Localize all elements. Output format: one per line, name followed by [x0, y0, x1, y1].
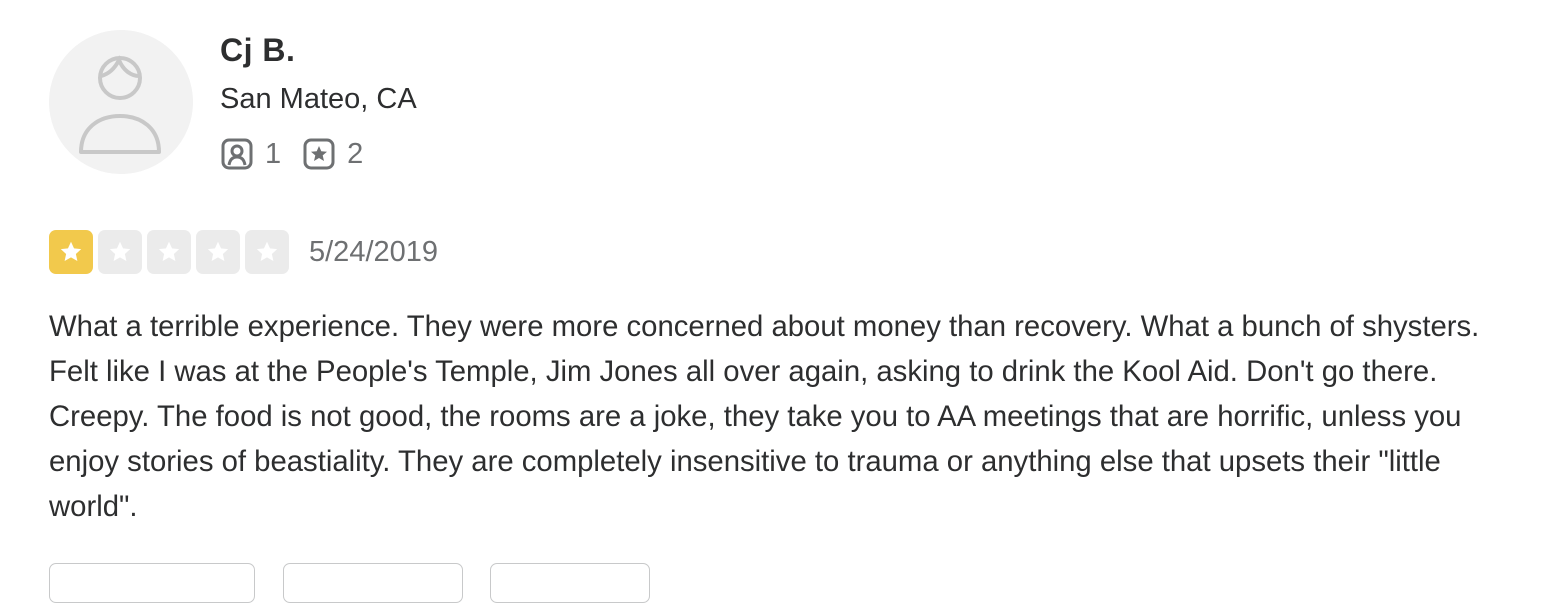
star-filled: [49, 230, 93, 274]
review-text: What a terrible experience. They were mo…: [49, 310, 1480, 523]
review-card: Cj B. San Mateo, CA 1 2 5/24/2019 What a…: [0, 0, 1543, 603]
reviews-count: 2: [347, 138, 364, 170]
friends-stat: 1: [221, 137, 281, 171]
friends-icon: [221, 138, 253, 170]
user-stats: 1 2: [221, 137, 385, 171]
star-empty: [245, 230, 289, 274]
cool-button[interactable]: [490, 563, 650, 603]
useful-button[interactable]: [49, 563, 255, 603]
star-icon: [256, 241, 278, 261]
star-empty: [147, 230, 191, 274]
star-icon: [158, 241, 180, 261]
rating-row: 5/24/2019: [49, 230, 438, 274]
user-name[interactable]: Cj B.: [220, 32, 295, 69]
star-rating: [49, 230, 294, 274]
reviews-star-icon: [303, 138, 335, 170]
star-icon: [109, 241, 131, 261]
star-icon: [207, 241, 229, 261]
funny-button[interactable]: [283, 563, 463, 603]
star-empty: [196, 230, 240, 274]
reviews-stat: 2: [303, 137, 363, 171]
review-date: 5/24/2019: [309, 235, 439, 268]
default-user-avatar-icon: [49, 30, 193, 174]
friends-count: 1: [265, 138, 282, 170]
star-empty: [98, 230, 142, 274]
user-location: San Mateo, CA: [220, 83, 417, 115]
star-icon: [60, 241, 82, 261]
user-avatar[interactable]: [49, 30, 193, 174]
